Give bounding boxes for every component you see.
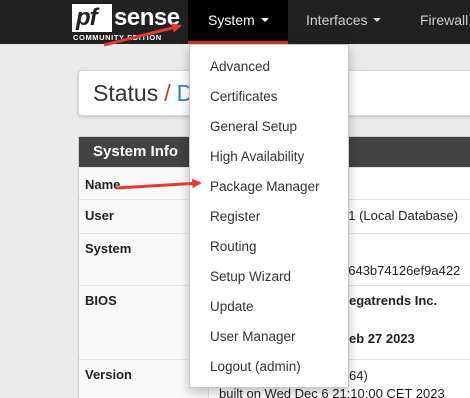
caret-down-icon: [260, 18, 269, 23]
row-value-system-uid: 3643b74126ef9a422: [341, 263, 461, 278]
row-value-bios-vendor: egatrends Inc.: [349, 293, 438, 308]
row-label-bios: BIOS: [85, 293, 117, 308]
nav-firewall-label: Firewall: [420, 12, 469, 28]
row-value-version-arch: 64): [349, 368, 368, 383]
breadcrumb-separator: /: [164, 80, 171, 106]
row-label-name: Name: [85, 177, 121, 192]
nav-interfaces-menu[interactable]: Interfaces: [306, 0, 382, 44]
system-dropdown-menu: Advanced Certificates General Setup High…: [189, 44, 349, 388]
row-value-bios-date: eb 27 2023: [349, 331, 415, 346]
menu-item-routing[interactable]: Routing: [190, 232, 348, 262]
page-title: Status: [93, 80, 159, 106]
caret-down-icon: [373, 18, 382, 23]
nav-system-label: System: [208, 12, 255, 28]
logo-pf-mark: pf: [72, 4, 112, 32]
menu-item-update[interactable]: Update: [190, 292, 348, 322]
row-label-system: System: [85, 241, 132, 256]
top-navbar: pf sense COMMUNITY EDITION System Interf…: [0, 0, 470, 44]
nav-interfaces-label: Interfaces: [306, 12, 368, 28]
logo-edition-text: COMMUNITY EDITION: [73, 33, 162, 42]
row-label-user: User: [85, 208, 114, 223]
row-value-user: 01 (Local Database): [341, 208, 459, 223]
pfsense-logo[interactable]: pf sense COMMUNITY EDITION: [72, 4, 184, 42]
menu-item-logout[interactable]: Logout (admin): [190, 352, 348, 382]
menu-item-general-setup[interactable]: General Setup: [190, 112, 348, 142]
logo-sense-text: sense: [114, 4, 180, 31]
menu-item-user-manager[interactable]: User Manager: [190, 322, 348, 352]
menu-item-package-manager[interactable]: Package Manager: [190, 172, 348, 202]
menu-item-register[interactable]: Register: [190, 202, 348, 232]
menu-item-high-availability[interactable]: High Availability: [190, 142, 348, 172]
row-label-version: Version: [85, 367, 132, 382]
nav-firewall-menu[interactable]: Firewall: [420, 0, 468, 44]
menu-item-setup-wizard[interactable]: Setup Wizard: [190, 262, 348, 292]
menu-item-advanced[interactable]: Advanced: [190, 52, 348, 82]
nav-system-menu[interactable]: System: [188, 0, 288, 44]
menu-item-certificates[interactable]: Certificates: [190, 82, 348, 112]
